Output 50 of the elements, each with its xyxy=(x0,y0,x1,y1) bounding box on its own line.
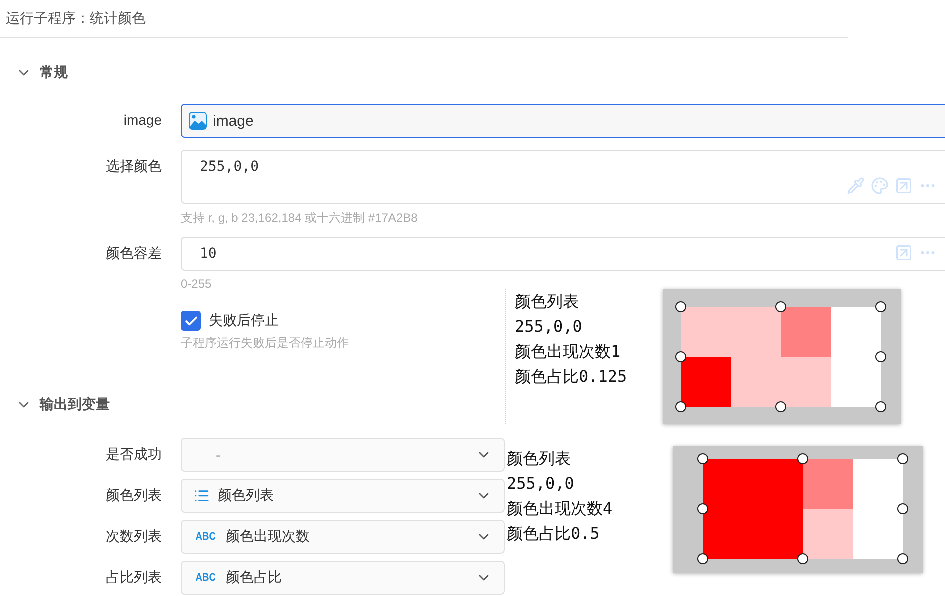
text-type-icon: ABC xyxy=(196,572,216,584)
section-title: 输出到变量 xyxy=(40,396,110,414)
field-label: 次数列表 xyxy=(106,527,162,546)
checkbox-label: 失败后停止 xyxy=(209,312,279,330)
result-text: 颜色出现次数1 xyxy=(515,341,622,363)
result-text: 255,0,0 xyxy=(515,316,584,338)
result-text: 颜色列表 xyxy=(507,448,572,470)
resize-handle-icon[interactable] xyxy=(698,454,708,464)
image-icon xyxy=(189,112,207,130)
field-label: 占比列表 xyxy=(106,568,162,587)
resize-handle-icon[interactable] xyxy=(898,554,908,564)
variable-select[interactable]: 颜色列表 xyxy=(181,479,505,513)
resize-handle-icon[interactable] xyxy=(698,504,708,514)
resize-handle-icon[interactable] xyxy=(876,302,886,312)
text-type-icon: ABC xyxy=(196,531,216,543)
result-text: 颜色出现次数4 xyxy=(507,498,614,520)
resize-handle-icon[interactable] xyxy=(798,554,808,564)
variable-select[interactable]: ABC 颜色占比 xyxy=(181,561,505,595)
list-icon xyxy=(194,488,210,504)
resize-handle-icon[interactable] xyxy=(898,454,908,464)
resize-handle-icon[interactable] xyxy=(676,402,686,412)
field-label: image xyxy=(124,111,162,130)
field-label: 是否成功 xyxy=(106,445,162,464)
hint-text: 0-255 xyxy=(181,277,213,291)
result-text: 颜色占比0.5 xyxy=(507,523,601,545)
variable-select[interactable]: ABC 颜色出现次数 xyxy=(181,520,505,554)
result-text: 颜色占比0.125 xyxy=(515,366,628,388)
resize-handle-icon[interactable] xyxy=(876,402,886,412)
resize-handle-icon[interactable] xyxy=(676,302,686,312)
field-value: 255,0,0 xyxy=(199,158,260,177)
resize-handle-icon[interactable] xyxy=(876,352,886,362)
resize-handle-icon[interactable] xyxy=(898,504,908,514)
checkbox[interactable] xyxy=(181,311,201,331)
field-value: image xyxy=(213,112,254,130)
result-text: 颜色列表 xyxy=(515,291,580,313)
field-value: 10 xyxy=(199,246,218,262)
hint-text: 支持 r, g, b 23,162,184 或十六进制 #17A2B8 xyxy=(181,210,419,227)
hint-text: 子程序运行失败后是否停止动作 xyxy=(181,335,350,352)
resize-handle-icon[interactable] xyxy=(798,454,808,464)
page-title: 运行子程序：统计颜色 xyxy=(6,10,146,28)
field-label: 颜色容差 xyxy=(106,244,162,263)
resize-handle-icon[interactable] xyxy=(776,302,786,312)
resize-handle-icon[interactable] xyxy=(676,352,686,362)
field-label: 颜色列表 xyxy=(106,486,162,505)
result-text: 255,0,0 xyxy=(507,473,576,495)
field-label: 选择颜色 xyxy=(106,157,162,176)
resize-handle-icon[interactable] xyxy=(776,402,786,412)
section-title: 常规 xyxy=(40,64,68,82)
resize-handle-icon[interactable] xyxy=(698,554,708,564)
input-field[interactable]: image xyxy=(181,104,945,138)
